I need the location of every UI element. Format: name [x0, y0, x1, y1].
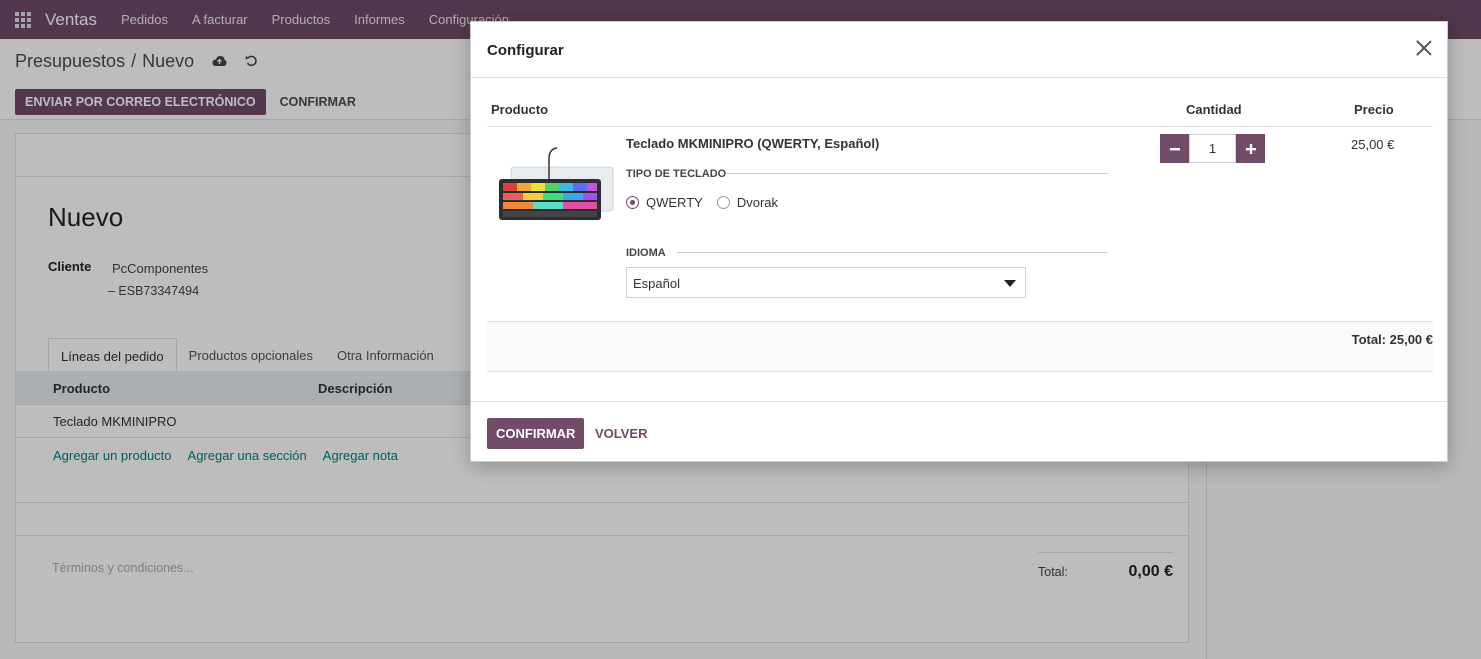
- attribute-divider: [727, 173, 1108, 174]
- quantity-stepper: 1: [1160, 134, 1265, 163]
- language-select-value: Español: [633, 276, 680, 291]
- modal-footer: Confirmar Volver: [471, 401, 1447, 462]
- chevron-down-icon: [1004, 280, 1016, 287]
- attribute-divider: [677, 252, 1108, 253]
- configure-dialog: Configurar Producto Cantidad Precio Tecl…: [470, 21, 1448, 462]
- close-icon[interactable]: [1415, 39, 1433, 57]
- product-price: 25,00 €: [1351, 137, 1395, 152]
- column-header-quantity: Cantidad: [1186, 102, 1242, 117]
- radio-qwerty[interactable]: [626, 196, 639, 209]
- plus-icon[interactable]: [1236, 134, 1265, 163]
- language-select[interactable]: Español: [626, 267, 1026, 298]
- attribute-label-language: Idioma: [626, 247, 666, 259]
- radio-qwerty-label[interactable]: QWERTY: [646, 195, 703, 210]
- radio-dvorak-label[interactable]: Dvorak: [737, 195, 778, 210]
- configurator-total-value: Total: 25,00 €: [1351, 332, 1433, 347]
- minus-icon[interactable]: [1160, 134, 1189, 163]
- confirm-button[interactable]: Confirmar: [487, 418, 585, 449]
- product-image: [497, 147, 615, 222]
- configurator-total: Total: 25,00 €: [487, 321, 1433, 372]
- quantity-input[interactable]: 1: [1189, 134, 1236, 163]
- radio-dvorak[interactable]: [716, 196, 730, 209]
- product-name: Teclado MKMINIPRO (QWERTY, Español): [626, 136, 880, 151]
- configurator-header: Producto Cantidad Precio: [487, 96, 1433, 127]
- column-header-price: Precio: [1354, 102, 1394, 117]
- keyboard-type-options: QWERTY Dvorak: [626, 195, 792, 210]
- column-header-product: Producto: [491, 102, 549, 117]
- attribute-label-keyboard: Tipo de teclado: [626, 168, 727, 180]
- back-button[interactable]: Volver: [595, 426, 648, 441]
- modal-header: Configurar: [471, 22, 1447, 78]
- modal-title: Configurar: [487, 42, 564, 59]
